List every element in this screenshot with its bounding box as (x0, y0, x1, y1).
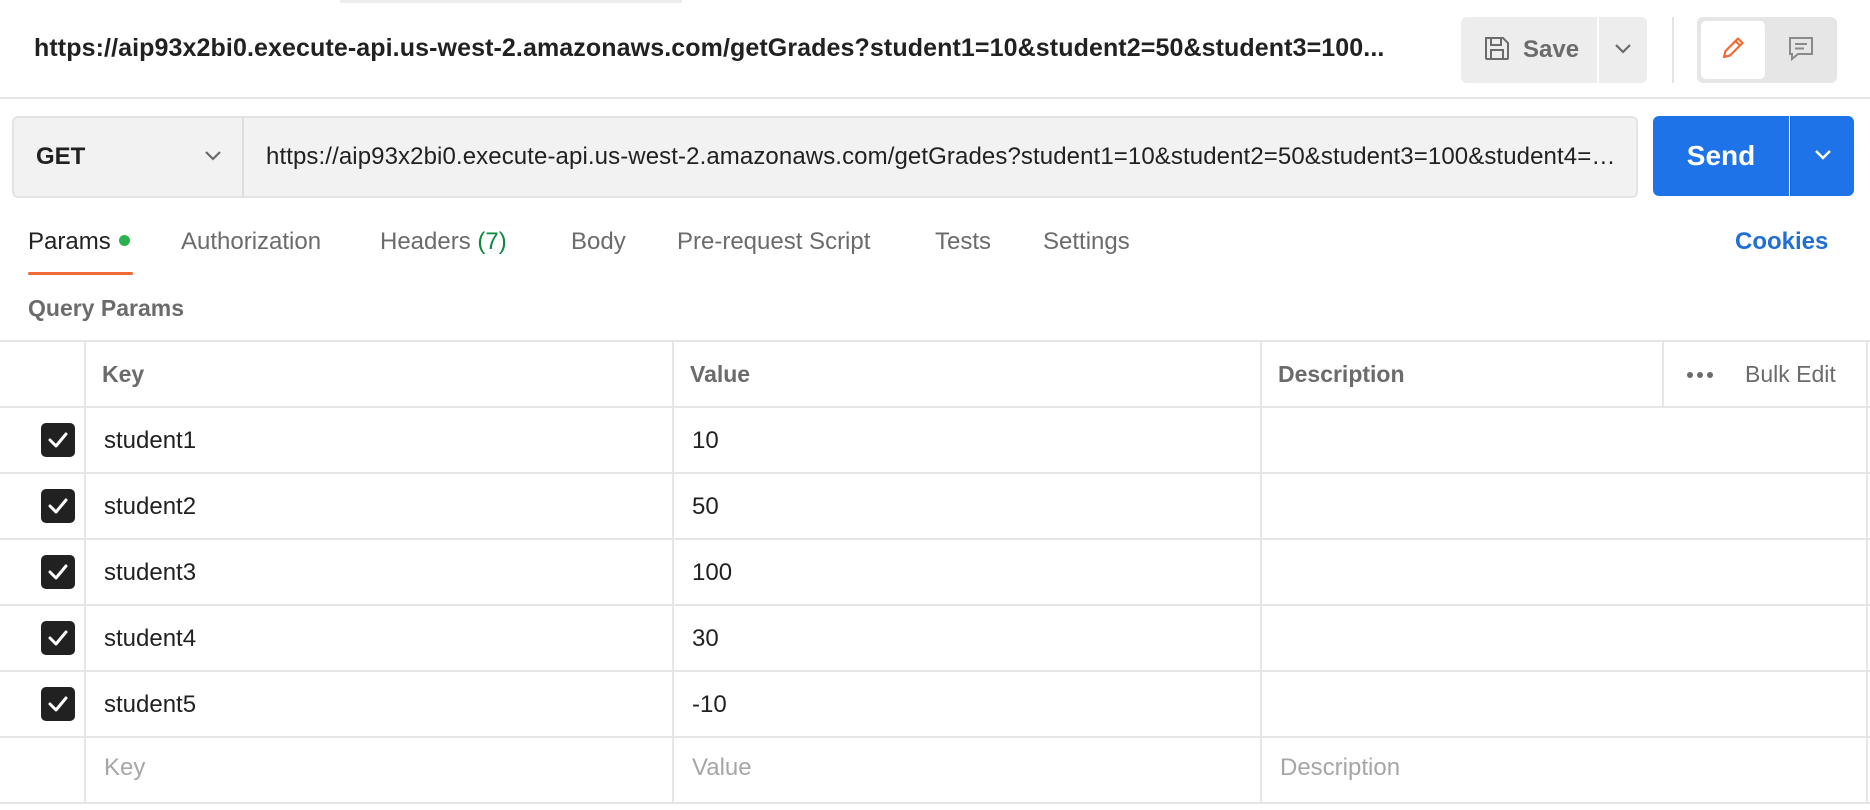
param-key[interactable]: student4 (104, 625, 196, 653)
table-border (1866, 340, 1868, 802)
chevron-down-icon (204, 148, 222, 166)
param-checkbox[interactable] (41, 621, 75, 655)
active-tab-underline (28, 272, 133, 275)
param-key[interactable]: student5 (104, 691, 196, 719)
check-icon (48, 498, 68, 514)
pencil-icon (1718, 33, 1748, 68)
param-key[interactable]: student1 (104, 427, 196, 455)
param-value[interactable]: 50 (692, 493, 719, 521)
tab-settings[interactable]: Settings (1043, 228, 1130, 256)
toolbar-divider (1672, 17, 1674, 83)
param-value[interactable]: 10 (692, 427, 719, 455)
check-icon (48, 564, 68, 580)
new-param-value-input[interactable]: Value (692, 754, 752, 782)
table-border (672, 340, 674, 802)
tab-body[interactable]: Body (571, 228, 626, 256)
method-label: GET (36, 143, 86, 170)
table-border (0, 406, 1870, 408)
tab-authorization[interactable]: Authorization (181, 228, 321, 256)
comment-icon (1786, 33, 1816, 68)
method-select[interactable]: GET (12, 116, 244, 198)
check-icon (48, 696, 68, 712)
column-header-value: Value (690, 361, 751, 387)
param-value[interactable]: 100 (692, 559, 732, 587)
send-button-label: Send (1686, 140, 1756, 171)
param-checkbox[interactable] (41, 687, 75, 721)
save-button-label: Save (1523, 36, 1580, 63)
more-options-icon[interactable] (1687, 372, 1713, 378)
mode-toggle (1697, 17, 1837, 83)
table-border (0, 802, 1870, 804)
param-key[interactable]: student3 (104, 559, 196, 587)
tab-pre-request-script[interactable]: Pre-request Script (677, 228, 870, 256)
table-border (0, 472, 1870, 474)
param-checkbox[interactable] (41, 555, 75, 589)
new-param-description-input[interactable]: Description (1280, 754, 1400, 782)
chevron-down-icon (1614, 41, 1632, 59)
cookies-link[interactable]: Cookies (1735, 228, 1828, 256)
bulk-edit-button[interactable]: Bulk Edit (1745, 361, 1836, 388)
check-icon (48, 630, 68, 646)
tab-headers[interactable]: Headers (7) (380, 228, 507, 256)
column-header-key: Key (102, 361, 145, 387)
send-button[interactable]: Send (1653, 116, 1789, 196)
param-value[interactable]: -10 (692, 691, 727, 719)
table-border (0, 670, 1870, 672)
check-icon (48, 432, 68, 448)
table-border (1662, 340, 1664, 406)
tab-label: Params (28, 228, 111, 255)
table-border (0, 736, 1870, 738)
param-checkbox[interactable] (41, 489, 75, 523)
column-header-description: Description (1278, 361, 1405, 387)
new-param-key-input[interactable]: Key (104, 754, 145, 782)
tab-tests[interactable]: Tests (935, 228, 991, 256)
save-icon (1483, 34, 1511, 67)
save-options-button[interactable] (1599, 17, 1647, 83)
active-request-tab-indicator (340, 0, 682, 3)
comment-mode-button[interactable] (1769, 21, 1833, 79)
table-border (0, 538, 1870, 540)
params-active-dot (118, 235, 130, 247)
edit-mode-button[interactable] (1701, 21, 1765, 79)
table-border (0, 340, 1870, 342)
table-border (1260, 340, 1262, 802)
param-checkbox[interactable] (41, 423, 75, 457)
save-button[interactable]: Save (1461, 17, 1597, 83)
param-value[interactable]: 30 (692, 625, 719, 653)
url-text: https://aip93x2bi0.execute-api.us-west-2… (266, 143, 1616, 170)
table-border (0, 604, 1870, 606)
send-options-button[interactable] (1790, 116, 1854, 196)
headers-count: (7) (477, 228, 507, 255)
url-input[interactable]: https://aip93x2bi0.execute-api.us-west-2… (242, 116, 1638, 198)
tab-params[interactable]: Params (28, 228, 130, 256)
table-border (84, 340, 86, 802)
request-title-bar: https://aip93x2bi0.execute-api.us-west-2… (0, 0, 1870, 99)
query-params-title: Query Params (28, 295, 184, 321)
tab-label: Headers (380, 228, 471, 255)
request-title[interactable]: https://aip93x2bi0.execute-api.us-west-2… (34, 34, 1404, 63)
chevron-down-icon (1814, 147, 1832, 165)
param-key[interactable]: student2 (104, 493, 196, 521)
